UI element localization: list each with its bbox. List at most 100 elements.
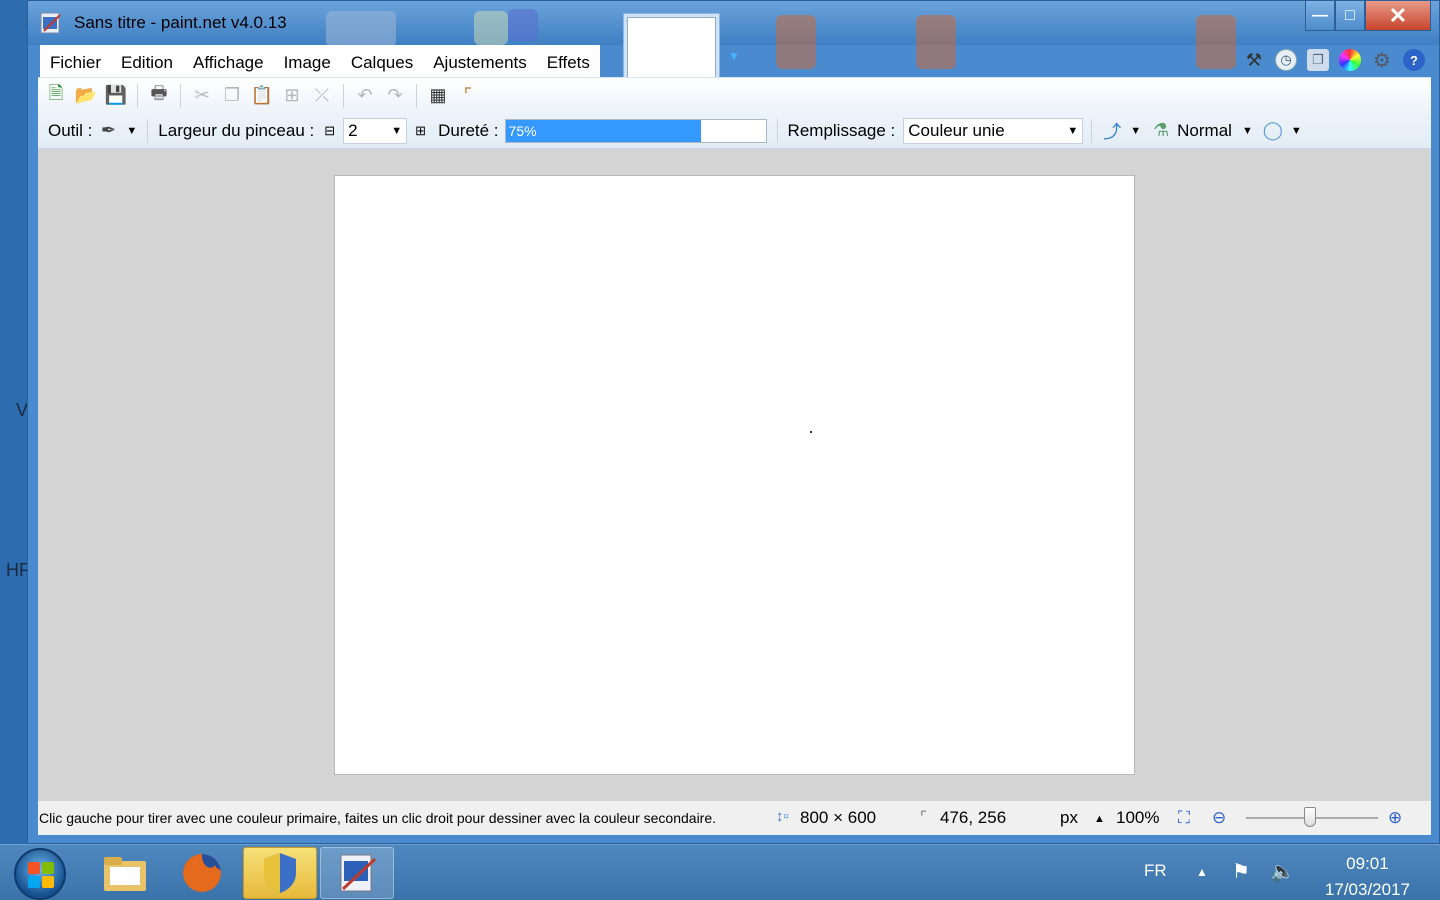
ghost-icon (508, 9, 538, 41)
menu-fichier[interactable]: Fichier (40, 45, 111, 77)
paste-icon[interactable]: 📋 (250, 84, 274, 108)
separator (147, 118, 149, 143)
separator (180, 83, 181, 108)
fill-mode-value: Couleur unie (908, 120, 1005, 140)
grid-icon[interactable]: ▦ (426, 84, 450, 108)
image-list-dropdown-icon[interactable]: ▼ (728, 49, 740, 63)
tools-icon[interactable]: ⚒ (1243, 49, 1265, 71)
zoom-level[interactable]: 100% (1116, 808, 1159, 828)
hardness-slider[interactable]: 75% (504, 118, 767, 143)
brush-width-value: 2 (348, 120, 358, 140)
menu-calques[interactable]: Calques (341, 45, 423, 77)
new-file-icon[interactable]: 🗎 (44, 83, 68, 108)
menu-image[interactable]: Image (274, 45, 341, 77)
paintbrush-icon[interactable]: ✒ (96, 119, 120, 143)
paintnet-app-icon[interactable] (40, 11, 62, 35)
status-bar: Clic gauche pour tirer avec une couleur … (38, 801, 1431, 835)
paintnet-taskbar-button[interactable] (320, 847, 394, 899)
close-button[interactable]: ✕ (1365, 1, 1431, 31)
separator (1091, 118, 1093, 143)
maximize-button[interactable]: □ (1335, 1, 1365, 31)
zoom-out-icon[interactable]: ⊖ (1212, 808, 1226, 828)
tool-dropdown-icon[interactable]: ▼ (126, 125, 137, 137)
redo-icon[interactable]: ↷ (383, 84, 407, 108)
settings-gear-icon[interactable]: ⚙ (1371, 49, 1393, 72)
clock-time: 09:01 (1346, 854, 1389, 873)
menu-ajustements[interactable]: Ajustements (423, 45, 537, 77)
menu-affichage[interactable]: Affichage (183, 45, 274, 77)
paintnet-icon (340, 854, 377, 892)
separator (137, 83, 138, 108)
action-center-flag-icon[interactable]: ⚑ (1232, 859, 1250, 884)
clock-date: 17/03/2017 (1324, 880, 1410, 899)
firefox-taskbar-button[interactable] (165, 847, 239, 899)
history-icon[interactable]: ◷ (1275, 49, 1297, 71)
taskbar: FR ▲ ⚑ 🔈 09:01 17/03/2017 (0, 844, 1440, 900)
help-icon[interactable]: ? (1403, 49, 1425, 71)
volume-icon[interactable]: 🔈 (1270, 859, 1295, 884)
antialiasing-icon[interactable]: ⤴ (1100, 119, 1124, 143)
uac-shield-taskbar-button[interactable] (243, 847, 317, 899)
deselect-icon[interactable]: ⤫ (310, 84, 334, 108)
selection-mode-dropdown-icon[interactable]: ▼ (1291, 125, 1302, 137)
brush-width-combo[interactable]: 2 ▼ (343, 117, 408, 144)
fill-mode-combo[interactable]: Couleur unie ▼ (903, 117, 1084, 144)
start-button[interactable] (14, 848, 66, 900)
zoom-slider-thumb[interactable] (1304, 807, 1316, 827)
copy-icon[interactable]: ❐ (220, 84, 244, 108)
save-icon[interactable]: 💾 (104, 84, 128, 108)
layers-icon[interactable]: ❐ (1307, 49, 1329, 71)
minimize-button[interactable]: — (1305, 1, 1335, 31)
ghost-icon (326, 11, 396, 47)
separator (776, 118, 778, 143)
menu-edition[interactable]: Edition (111, 45, 183, 77)
antialiasing-dropdown-icon[interactable]: ▼ (1130, 125, 1141, 137)
increase-width-icon[interactable]: ⊞ (415, 123, 426, 139)
window-title: Sans titre - paint.net v4.0.13 (74, 13, 287, 32)
crop-icon[interactable]: ⊞ (280, 84, 304, 108)
image-canvas[interactable] (334, 175, 1135, 775)
canvas-workspace[interactable] (38, 149, 1431, 801)
firefox-icon (183, 854, 221, 892)
blend-mode-value[interactable]: Normal (1177, 121, 1232, 141)
zoom-in-icon[interactable]: ⊕ (1388, 808, 1402, 828)
print-icon[interactable]: 🖶 (147, 83, 171, 108)
image-size: 800 × 600 (800, 808, 877, 827)
desktop-edge (0, 0, 28, 844)
open-folder-icon[interactable]: 📂 (74, 84, 98, 108)
utility-icons: ⚒ ◷ ❐ ⚙ ? (1243, 49, 1425, 72)
tool-label: Outil : (48, 120, 93, 140)
cursor-position: 476, 256 (940, 808, 1007, 827)
tool-options-bar: Outil : ✒ ▼ Largeur du pinceau : ⊟ 2 ▼ ⊞… (38, 113, 1431, 149)
fill-label: Remplissage : (787, 120, 896, 140)
undo-icon[interactable]: ↶ (353, 84, 377, 108)
cut-icon[interactable]: ✂ (190, 84, 214, 108)
show-hidden-icons-icon[interactable]: ▲ (1196, 865, 1208, 879)
rulers-icon[interactable]: ⌜ (456, 84, 480, 108)
shield-icon (264, 853, 296, 893)
main-toolbar: 🗎 📂 💾 🖶 ✂ ❐ 📋 ⊞ ⤫ ↶ ↷ ▦ ⌜ (38, 77, 1431, 113)
colors-icon[interactable] (1339, 49, 1361, 71)
blend-mode-dropdown-icon[interactable]: ▼ (1242, 125, 1253, 137)
blend-mode-flask-icon[interactable]: ⚗ (1149, 119, 1173, 143)
windows-logo-icon (28, 862, 54, 888)
ghost-icon (1196, 15, 1236, 69)
fit-window-icon[interactable]: ⛶ (1178, 808, 1190, 828)
ghost-icon (916, 15, 956, 69)
hardness-value: 75% (508, 122, 537, 139)
brush-width-label: Largeur du pinceau : (158, 120, 315, 140)
language-indicator[interactable]: FR (1144, 861, 1167, 881)
explorer-taskbar-button[interactable] (88, 847, 162, 899)
chevron-down-icon: ▼ (1067, 124, 1079, 137)
caption-buttons: — □ ✕ (1305, 1, 1431, 31)
separator (343, 83, 344, 108)
units[interactable]: px (1060, 808, 1078, 828)
menu-effets[interactable]: Effets (537, 45, 600, 77)
decrease-width-icon[interactable]: ⊟ (324, 123, 335, 139)
ghost-icon (474, 11, 508, 45)
ghost-icon (776, 15, 816, 69)
selection-mode-icon[interactable]: ◯ (1261, 119, 1285, 143)
units-dropdown-icon[interactable]: ▲ (1094, 813, 1105, 825)
title-bar[interactable]: Sans titre - paint.net v4.0.13 — □ ✕ (28, 1, 1439, 69)
system-clock[interactable]: 09:01 17/03/2017 (1325, 851, 1410, 900)
